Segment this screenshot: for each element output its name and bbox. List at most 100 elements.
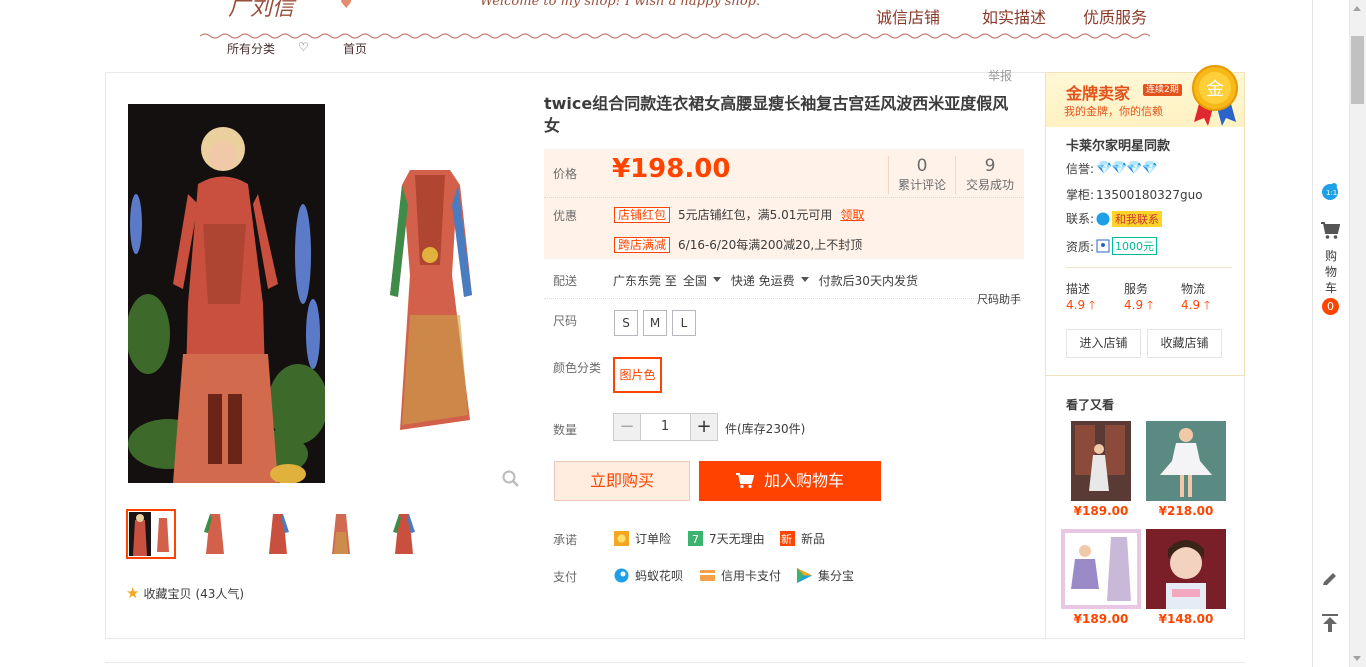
promise-new-item[interactable]: 新 新品 — [780, 530, 825, 547]
toolbar-cart-label[interactable]: 购物车 — [1324, 248, 1338, 296]
recommended-item-image[interactable] — [1146, 421, 1226, 501]
edit-icon[interactable] — [1322, 570, 1338, 586]
thumbnail-1[interactable] — [126, 509, 176, 559]
promise-order-insurance[interactable]: 订单险 — [614, 530, 671, 547]
buy-now-button[interactable]: 立即购买 — [554, 461, 690, 501]
add-to-cart-label: 加入购物车 — [763, 471, 844, 490]
promise-7day-return[interactable]: 7 7天无理由 — [688, 530, 765, 547]
cart-count-badge: 0 — [1322, 298, 1339, 315]
favorite-label: 收藏宝贝 — [143, 586, 192, 601]
contact-seller-button[interactable]: 和我联系 — [1112, 210, 1163, 227]
score-label: 服务 — [1124, 282, 1149, 296]
score-service: 服务 4.9 🡑 — [1124, 281, 1153, 313]
claim-coupon-link[interactable]: 领取 — [840, 206, 864, 223]
color-option-picture[interactable]: 图片色 — [613, 357, 662, 393]
product-title: twice组合同款连衣裙女高腰显瘦长袖复古宫廷风波西米亚度假风女 — [544, 94, 1009, 135]
recommended-item-image[interactable] — [1146, 529, 1226, 609]
chat-icon[interactable] — [1096, 212, 1110, 226]
favorite-item-link[interactable]: ★ 收藏宝贝 (43人气) — [126, 584, 244, 602]
gold-medal-icon: 金 — [1192, 65, 1238, 126]
decorative-wave-divider — [200, 33, 1150, 39]
chat-bubble-icon[interactable]: 1:1 — [1321, 182, 1339, 200]
size-helper-link[interactable]: 尺码助手 — [977, 291, 1021, 307]
deposit-badge[interactable]: 1000元 — [1112, 237, 1158, 255]
size-option-m[interactable]: M — [643, 310, 667, 336]
score-description: 描述 4.9 🡑 — [1066, 281, 1095, 313]
arrow-up-icon: 🡑 — [1146, 298, 1154, 312]
scrollbar-thumb[interactable] — [1351, 36, 1364, 104]
add-to-cart-button[interactable]: 加入购物车 — [699, 461, 881, 501]
svg-text:新: 新 — [781, 532, 792, 546]
shop-name[interactable]: 卡莱尔家明星同款 — [1066, 135, 1170, 154]
gold-seller-subtitle: 我的金牌，你的信赖 — [1064, 105, 1163, 118]
back-to-top-icon[interactable] — [1322, 614, 1338, 632]
thumbnail-5[interactable] — [379, 509, 429, 559]
seller-owner-row: 掌柜: 13500180327guo — [1066, 186, 1203, 203]
promise-label: 承诺 — [553, 533, 578, 547]
magnifier-icon[interactable] — [502, 470, 520, 488]
product-dress-image[interactable] — [380, 165, 480, 435]
ship-from: 广东东莞 至 — [613, 274, 677, 288]
quantity-increase-button[interactable]: + — [690, 413, 718, 441]
quantity-input[interactable]: 1 — [640, 413, 690, 441]
chevron-down-icon[interactable] — [712, 277, 721, 282]
quantity-label: 数量 — [553, 423, 578, 437]
cart-icon[interactable] — [1321, 222, 1340, 240]
divider — [1066, 267, 1232, 268]
size-option-l[interactable]: L — [672, 310, 696, 336]
thumbnail-4[interactable] — [316, 509, 366, 559]
shop-logo[interactable]: 广刘信 — [228, 0, 294, 22]
nav-heart-icon: ♡ — [298, 40, 309, 54]
owner-name: 13500180327guo — [1096, 187, 1203, 202]
seller-credit-row: 信誉: 💎💎💎💎 — [1066, 160, 1158, 177]
size-option-s[interactable]: S — [614, 310, 638, 336]
promise-text: 订单险 — [635, 532, 672, 546]
scroll-down-arrow[interactable] — [1353, 656, 1361, 661]
thumbnail-3[interactable] — [253, 509, 303, 559]
recommended-item-image[interactable] — [1061, 529, 1141, 609]
diamond-icons: 💎💎💎💎 — [1096, 161, 1158, 176]
ship-method-select[interactable]: 快递 免运费 — [731, 272, 795, 289]
payment-jifenbao[interactable]: 集分宝 — [797, 567, 854, 584]
gold-seller-badge: 连续2期 — [1143, 84, 1182, 96]
id-card-icon[interactable] — [1096, 239, 1110, 253]
new-item-icon: 新 — [780, 531, 795, 546]
stock-text: 件(库存230件) — [725, 422, 806, 436]
thumbnail-2[interactable] — [190, 509, 240, 559]
promo-shop-coupon: 店铺红包 5元店铺红包，满5.01元可用 领取 — [614, 206, 864, 223]
promo-text: 5元店铺红包，满5.01元可用 — [678, 208, 833, 222]
price-value: ¥198.00 — [612, 154, 731, 184]
score-label: 物流 — [1181, 282, 1206, 296]
promise-text: 新品 — [801, 532, 826, 546]
shop-promise-service: 优质服务 — [1083, 8, 1148, 27]
nav-all-categories[interactable]: 所有分类 — [227, 40, 275, 57]
stat-divider — [955, 156, 956, 194]
right-toolbar — [1312, 0, 1349, 667]
ship-time: 付款后30天内发货 — [818, 274, 918, 288]
nav-home[interactable]: 首页 — [343, 40, 367, 57]
promo-cross-store: 跨店满减 6/16-6/20每满200减20,上不封顶 — [614, 236, 862, 253]
svg-text:7: 7 — [692, 533, 699, 546]
stat-divider — [888, 156, 889, 194]
payment-huabei[interactable]: 蚂蚁花呗 — [614, 567, 683, 584]
score-value: 4.9 — [1066, 298, 1086, 312]
recommended-item-price: ¥189.00 — [1073, 612, 1129, 626]
quantity-decrease-button[interactable]: − — [613, 413, 641, 441]
insurance-icon — [614, 531, 629, 546]
price-label: 价格 — [553, 167, 578, 181]
seller-contact-row: 联系: 和我联系 — [1066, 210, 1163, 227]
heart-icon: ♥ — [340, 0, 353, 12]
qualification-label: 资质: — [1066, 239, 1095, 254]
enter-shop-button[interactable]: 进入店铺 — [1066, 329, 1141, 358]
seven-day-icon: 7 — [688, 531, 703, 546]
ship-destination-select[interactable]: 全国 — [683, 272, 707, 289]
shop-promise-integrity: 诚信店铺 — [876, 8, 941, 27]
favorite-shop-button[interactable]: 收藏店铺 — [1147, 329, 1222, 358]
scroll-up-arrow[interactable] — [1353, 6, 1361, 11]
payment-credit-card[interactable]: 信用卡支付 — [700, 567, 781, 584]
review-count-stat[interactable]: 0 累计评论 — [890, 156, 954, 193]
product-main-image[interactable] — [128, 104, 325, 483]
recommended-item-image[interactable] — [1061, 421, 1141, 501]
report-link[interactable]: 举报 — [988, 67, 1012, 84]
chevron-down-icon[interactable] — [800, 277, 809, 282]
